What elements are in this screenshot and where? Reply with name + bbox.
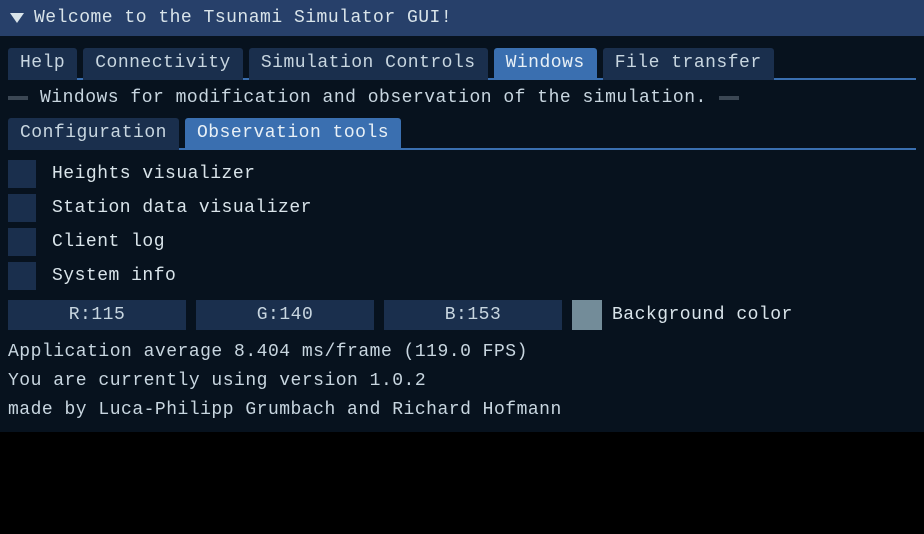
checkbox-label: Client log [52,232,165,252]
section-header: Windows for modification and observation… [8,88,916,108]
checkbox-label: Heights visualizer [52,164,255,184]
checkbox-label: Station data visualizer [52,198,312,218]
status-version-line: You are currently using version 1.0.2 [8,367,916,396]
bg-color-g-field[interactable]: G:140 [196,300,374,330]
tab-simulation-controls[interactable]: Simulation Controls [249,48,488,80]
bg-color-swatch[interactable] [572,300,602,330]
tab-file-transfer[interactable]: File transfer [603,48,774,80]
section-header-text: Windows for modification and observation… [40,88,707,108]
window-content: Help Connectivity Simulation Controls Wi… [0,36,924,432]
bg-color-r-field[interactable]: R:115 [8,300,186,330]
bg-color-b-field[interactable]: B:153 [384,300,562,330]
status-block: Application average 8.404 ms/frame (119.… [8,338,916,424]
collapse-triangle-icon[interactable] [10,13,24,23]
checkbox-system-info[interactable] [8,262,36,290]
window-title: Welcome to the Tsunami Simulator GUI! [34,8,452,28]
checkbox-station-data-visualizer[interactable] [8,194,36,222]
checkbox-client-log[interactable] [8,228,36,256]
titlebar[interactable]: Welcome to the Tsunami Simulator GUI! [0,0,924,36]
checkbox-row-system-info: System info [8,262,916,290]
status-perf-line: Application average 8.404 ms/frame (119.… [8,338,916,367]
checkbox-row-heights-visualizer: Heights visualizer [8,160,916,188]
main-window: Welcome to the Tsunami Simulator GUI! He… [0,0,924,432]
subtab-configuration[interactable]: Configuration [8,118,179,150]
sub-tabbar: Configuration Observation tools [8,118,916,150]
checkbox-label: System info [52,266,176,286]
checkbox-heights-visualizer[interactable] [8,160,36,188]
tab-windows[interactable]: Windows [494,48,597,80]
bg-color-label: Background color [612,305,793,325]
subtab-observation-tools[interactable]: Observation tools [185,118,401,150]
observation-tools-panel: Heights visualizer Station data visualiz… [8,160,916,290]
rule-left-icon [8,96,28,100]
checkbox-row-station-data-visualizer: Station data visualizer [8,194,916,222]
status-credits-line: made by Luca-Philipp Grumbach and Richar… [8,396,916,425]
tab-connectivity[interactable]: Connectivity [83,48,243,80]
background-color-editor: R:115 G:140 B:153 Background color [8,300,916,330]
rule-right-icon [719,96,739,100]
checkbox-row-client-log: Client log [8,228,916,256]
tab-help[interactable]: Help [8,48,77,80]
main-tabbar: Help Connectivity Simulation Controls Wi… [8,48,916,80]
